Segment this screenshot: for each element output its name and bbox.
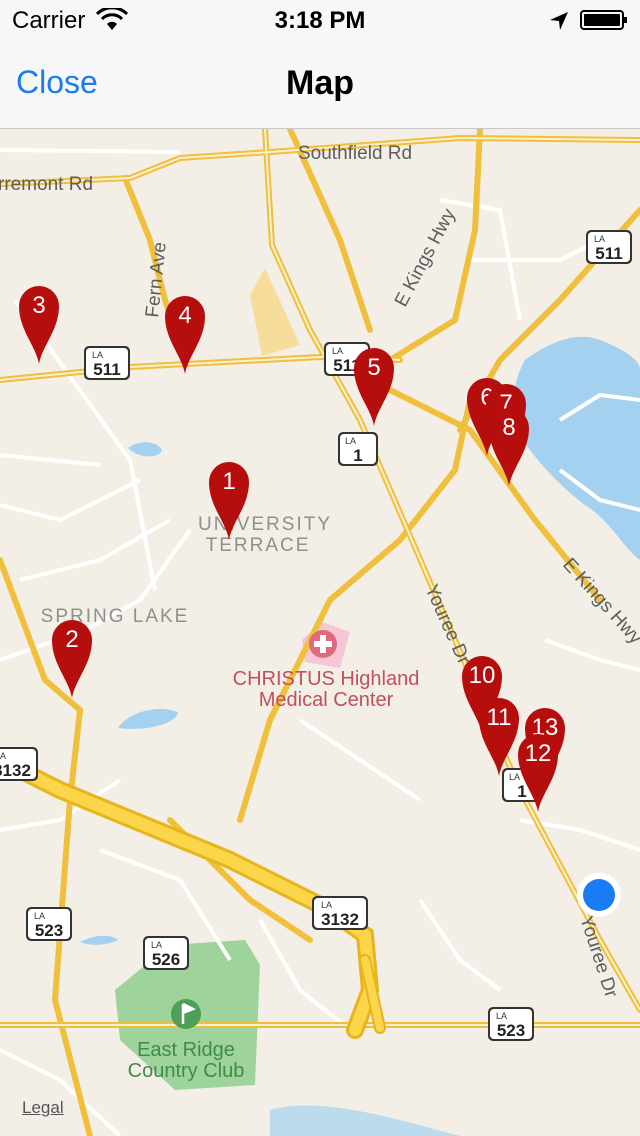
route-shield: LA 3132 <box>0 747 38 781</box>
shield-number: 511 <box>595 244 622 263</box>
shield-number: 523 <box>35 921 63 940</box>
shield-number: 1 <box>353 446 362 465</box>
hospital-icon[interactable] <box>309 630 337 658</box>
poi-label: CHRISTUS Highland <box>233 668 420 690</box>
map-canvas[interactable]: Southfield Rd rremont Rd Fern Ave E King… <box>0 129 640 1136</box>
page-title: Map <box>286 64 354 102</box>
shield-number: 526 <box>152 950 180 969</box>
route-shield: LA 511 <box>84 346 130 380</box>
road-label: rremont Rd <box>0 174 93 195</box>
route-shield: LA 511 <box>586 230 632 264</box>
shield-prefix: LA <box>496 1011 507 1021</box>
route-shield: LA 526 <box>143 936 189 970</box>
shield-prefix: LA <box>92 350 103 360</box>
pin-label: 5 <box>367 354 380 381</box>
pin-label: 1 <box>222 468 235 495</box>
shield-number: 1 <box>517 782 526 801</box>
shield-prefix: LA <box>34 911 45 921</box>
pin-label: 8 <box>502 414 515 441</box>
pin-label: 11 <box>487 704 512 731</box>
route-shield: LA 523 <box>26 907 72 941</box>
golf-flag-icon[interactable] <box>171 999 201 1029</box>
poi-label: Country Club <box>128 1060 245 1082</box>
status-bar: Carrier 3:18 PM <box>0 0 640 40</box>
legal-link[interactable]: Legal <box>22 1098 64 1118</box>
shield-prefix: LA <box>509 772 520 782</box>
shield-number: 3132 <box>321 910 359 929</box>
route-shield: LA 1 <box>338 432 378 466</box>
pin-label: 12 <box>525 740 552 767</box>
poi-labels-golf: East Ridge Country Club <box>128 1039 245 1082</box>
poi-labels-hospital: CHRISTUS Highland Medical Center <box>233 668 420 711</box>
navigation-bar: Close Map <box>0 40 640 129</box>
status-time: 3:18 PM <box>274 7 366 34</box>
battery-icon <box>580 10 627 30</box>
shield-prefix: LA <box>345 436 356 446</box>
shield-prefix: LA <box>321 900 332 910</box>
shield-prefix: LA <box>594 234 605 244</box>
shield-number: 3132 <box>0 761 31 780</box>
map-view[interactable]: Southfield Rd rremont Rd Fern Ave E King… <box>0 129 640 1136</box>
location-arrow-icon <box>550 12 568 30</box>
shield-number: 523 <box>497 1021 525 1040</box>
road-label: Southfield Rd <box>298 143 412 164</box>
route-shield: LA 523 <box>488 1007 534 1041</box>
pin-label: 10 <box>469 662 496 689</box>
poi-label: East Ridge <box>137 1039 235 1061</box>
area-label: TERRACE <box>206 535 311 556</box>
shield-prefix: LA <box>332 346 343 356</box>
pin-label: 2 <box>65 626 78 653</box>
pin-label: 4 <box>178 302 191 329</box>
shield-number: 511 <box>93 360 120 379</box>
poi-label: Medical Center <box>259 689 394 711</box>
shield-prefix: LA <box>0 751 6 761</box>
shield-prefix: LA <box>151 940 162 950</box>
user-location-dot[interactable] <box>577 873 621 917</box>
route-shield: LA 3132 <box>312 896 368 930</box>
area-label: UNIVERSITY <box>198 514 332 535</box>
pin-label: 3 <box>32 292 45 319</box>
